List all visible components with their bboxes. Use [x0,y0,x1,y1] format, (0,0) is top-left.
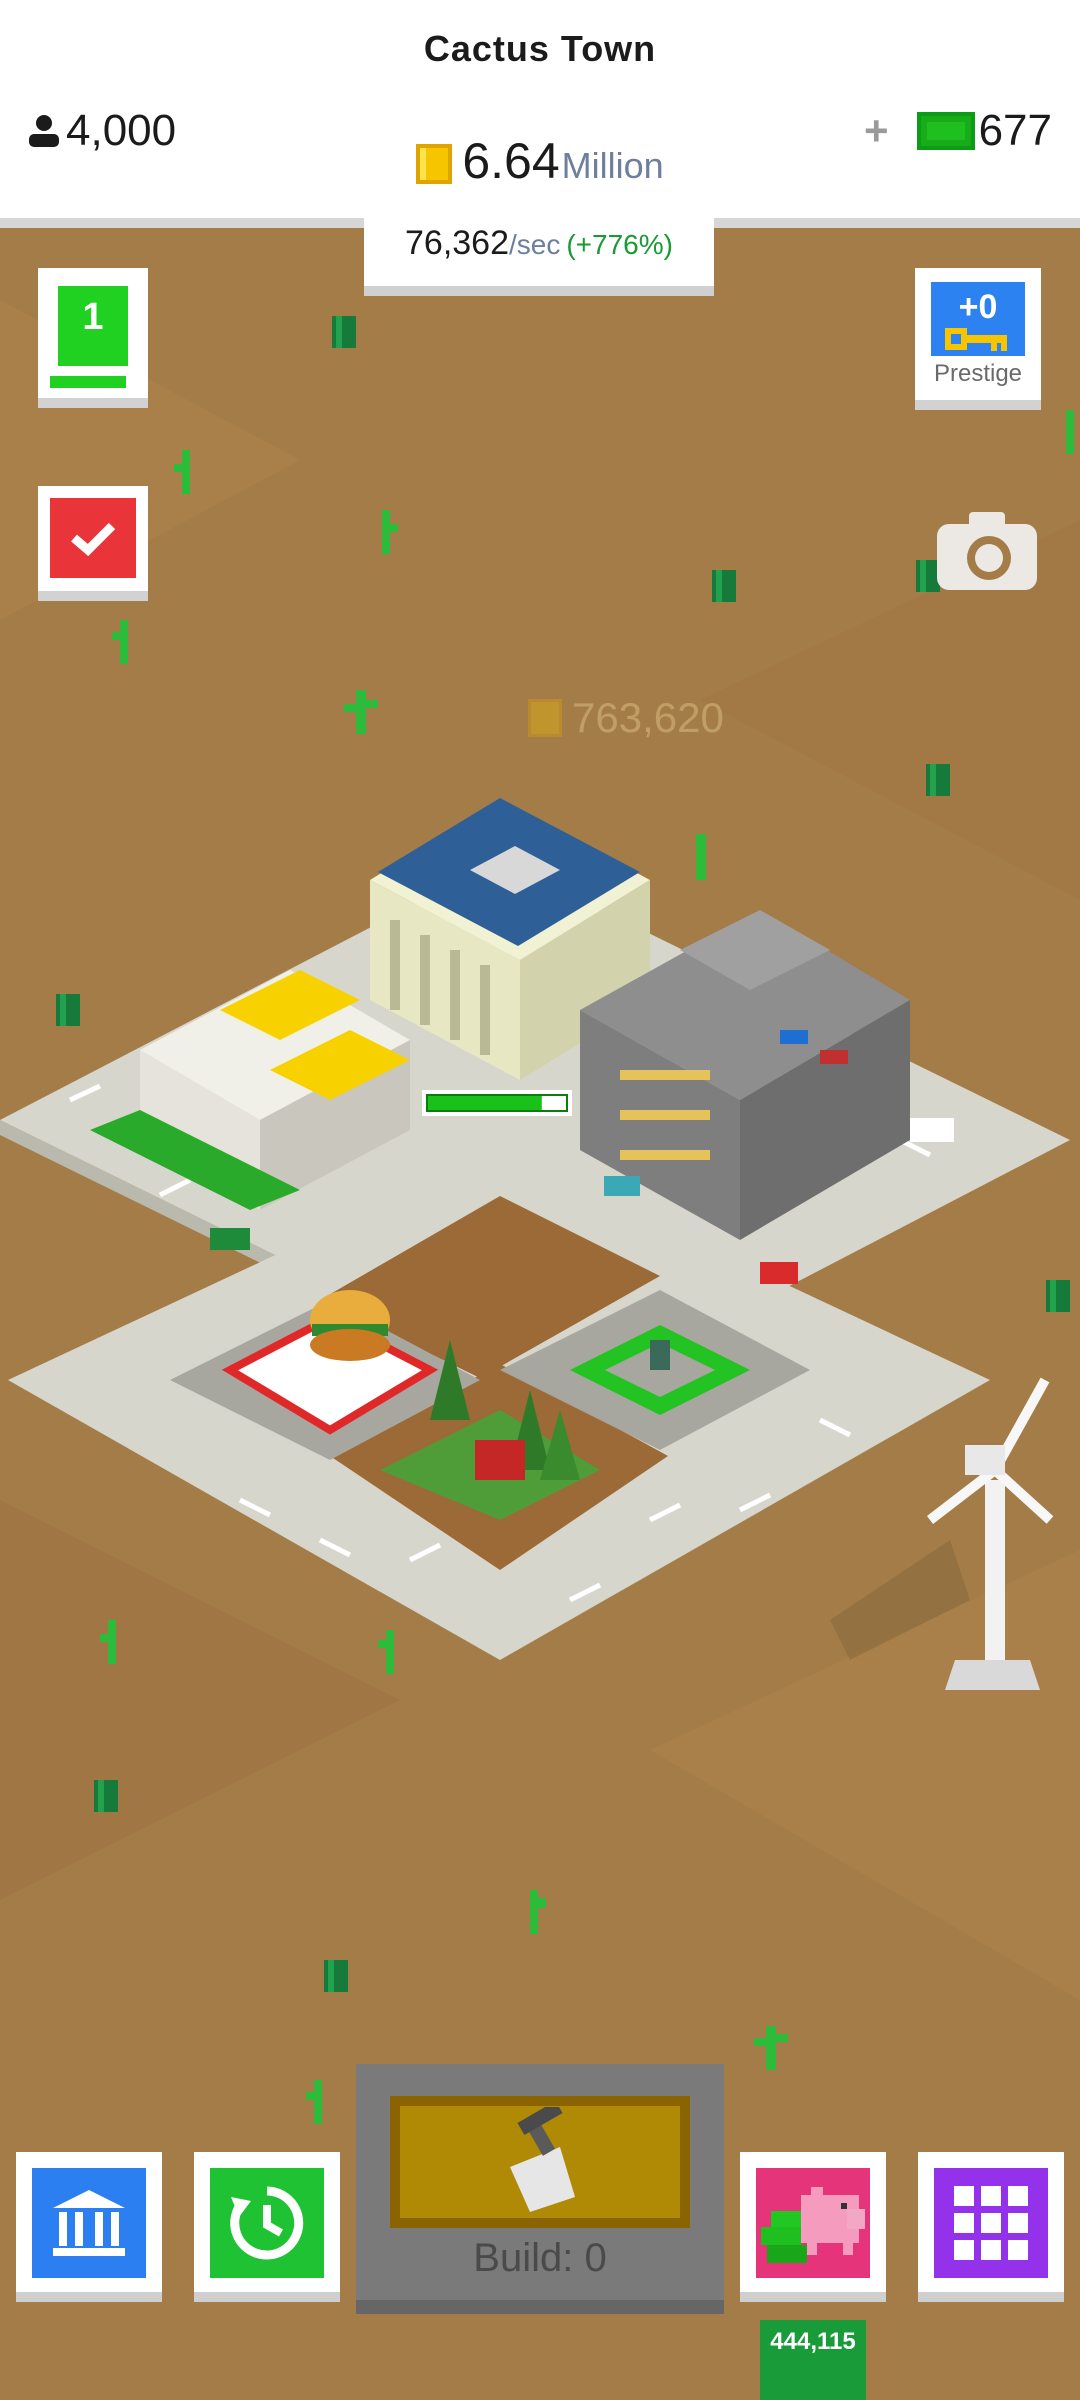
clock-icon [230,2186,304,2260]
cactus [306,2080,322,2124]
income-bonus: (+776%) [566,229,673,260]
barrel [332,316,356,348]
income-rate-value: 76,362 [405,224,509,262]
bank-badge [32,2168,146,2278]
bank-icon [53,2190,125,2256]
menu-grid-button[interactable] [918,2152,1064,2302]
time-warp-button[interactable] [194,2152,340,2302]
barrel [56,994,80,1026]
car [760,1262,798,1284]
coin-icon [416,144,453,184]
town-name[interactable]: Cactus Town [0,28,1080,70]
build-label: Build: 0 [473,2236,607,2280]
prestige-button[interactable]: +0 Prestige [915,268,1041,410]
hammer-icon [510,2107,575,2212]
build-slot[interactable] [390,2096,690,2228]
floating-income: 763,620 [528,694,724,742]
cash-value: 677 [978,106,1052,155]
grid-icon [954,2186,1028,2260]
car [910,1118,954,1142]
top-bar: Cactus Town 4,000 6.64 Million + 677 [0,0,1080,228]
cactus [378,1630,394,1674]
time-warp-badge [210,2168,324,2278]
town-square-statue [650,1340,670,1370]
cactus [530,1890,546,1934]
piggy-bank-badge [756,2168,870,2278]
level-progress-bar [50,376,126,388]
cactus [696,834,706,880]
barrel [712,570,736,602]
key-icon [945,328,1007,351]
money-unit: Million [561,145,664,186]
barrel [926,764,950,796]
income-rate-unit: /sec [509,229,561,260]
cash[interactable]: + 677 [864,106,1052,156]
car [210,1228,250,1250]
build-panel[interactable]: Build: 0 [356,2064,724,2314]
piggy-bank-icon [761,2187,865,2263]
cactus [100,1620,116,1664]
level-button[interactable]: 1 [38,268,148,408]
barrel [324,1960,348,1992]
bank-button[interactable] [16,2152,162,2302]
prestige-label: Prestige [933,360,1023,387]
floating-income-value: 763,620 [572,694,724,741]
level-number: 1 [82,296,104,338]
coin-icon [528,699,562,737]
tasks-button[interactable] [38,486,148,601]
cactus [174,450,190,494]
build-progress-fill [427,1095,542,1111]
cactus [344,690,378,734]
car [604,1176,640,1196]
prestige-badge: +0 [931,282,1025,356]
piggy-bank-amount: 444,115 [760,2320,866,2400]
level-badge: 1 [54,282,132,370]
barrel [1046,1280,1070,1312]
cactus [112,620,128,664]
piggy-bank-button[interactable] [740,2152,886,2302]
barrel [94,1780,118,1812]
camera-icon[interactable] [935,510,1039,592]
cactus [382,510,398,554]
income-rate: 76,362/sec (+776%) [364,210,714,296]
cactus [754,2026,788,2070]
menu-grid-badge [934,2168,1048,2278]
tasks-badge [50,498,136,578]
cactus [1066,410,1074,454]
cash-icon [916,112,975,150]
money-value: 6.64 [462,133,560,189]
prestige-count: +0 [958,288,998,326]
add-cash-button[interactable]: + [864,107,889,155]
checkmark-icon [71,522,116,557]
